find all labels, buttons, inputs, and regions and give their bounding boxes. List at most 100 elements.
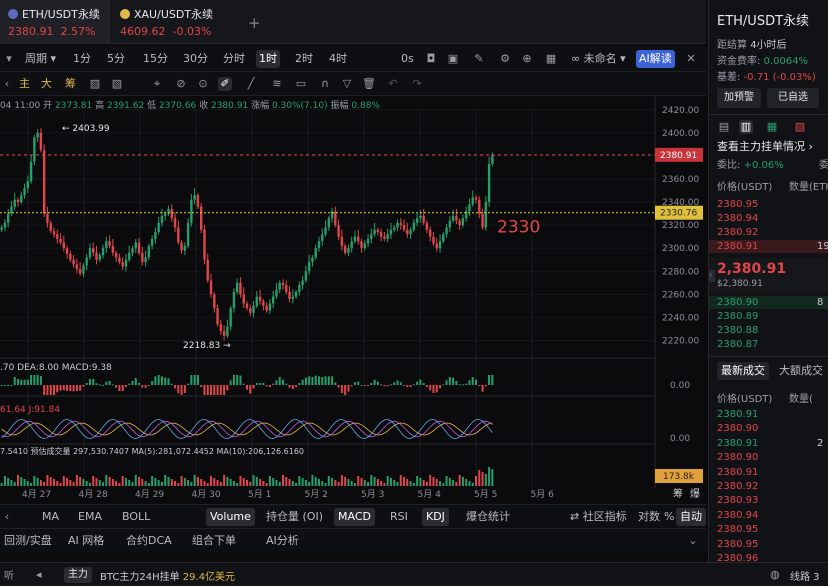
arrow-left-icon[interactable]: ‹ <box>0 510 14 524</box>
trade-row[interactable]: 2380.92 <box>709 480 828 493</box>
book-bid-icon[interactable]: ▥ <box>739 120 753 134</box>
grid-icon[interactable]: ▦ <box>544 52 558 66</box>
tab-large-trades[interactable]: 大额成交 <box>779 362 823 380</box>
add-tab-icon[interactable]: + <box>248 14 261 32</box>
book-depth-icon[interactable]: ▧ <box>793 120 807 134</box>
layout-button[interactable]: ∞ 未命名 ▾ <box>568 50 629 68</box>
indicator-boll[interactable]: BOLL <box>118 508 154 526</box>
interval-5m[interactable]: 5分 <box>104 50 128 68</box>
close-icon[interactable]: ✕ <box>684 52 698 66</box>
seconds-display[interactable]: 0s <box>398 50 417 68</box>
add-alert-button[interactable]: 加预警 <box>717 88 761 108</box>
favorite-button[interactable]: 已自选 <box>767 88 819 108</box>
chevron-down-icon[interactable]: ⌄ <box>686 534 700 548</box>
bid-row[interactable]: 2380.90 8 <box>709 296 828 309</box>
interval-2h[interactable]: 2时 <box>292 50 316 68</box>
indicator-volume[interactable]: Volume <box>206 508 255 526</box>
indicator-ema[interactable]: EMA <box>74 508 106 526</box>
ask-row[interactable]: 2380.91 19 <box>709 240 828 253</box>
book-both-icon[interactable]: ▤ <box>717 120 731 134</box>
main-orders-link[interactable]: 查看主力挂单情况 › <box>717 138 813 154</box>
community-indicator-button[interactable]: ⇄ 社区指标 <box>566 508 631 526</box>
tool-b-icon[interactable]: ▧ <box>110 77 124 91</box>
undo-icon[interactable]: ↶ <box>386 77 400 91</box>
period-button[interactable]: 周期 ▾ <box>22 50 59 68</box>
trade-row[interactable]: 2380.93 <box>709 494 828 507</box>
book-ask-icon[interactable]: ▦ <box>765 120 779 134</box>
ruler-icon[interactable]: ⊘ <box>174 77 188 91</box>
macd-bar <box>52 385 55 395</box>
arrow-left-icon[interactable]: ‹ <box>0 77 14 91</box>
tool-main[interactable]: 主 <box>16 75 33 93</box>
cursor-icon[interactable]: ⌖ <box>150 77 164 91</box>
network-line[interactable]: 线路 3 <box>790 568 820 583</box>
edit-icon[interactable]: ✎ <box>472 52 486 66</box>
interval-4h[interactable]: 4时 <box>326 50 350 68</box>
volume-bar <box>88 483 91 486</box>
indicator-rsi[interactable]: RSI <box>386 508 412 526</box>
ai-interpret-button[interactable]: AI解读 <box>636 50 675 68</box>
bid-row[interactable]: 2380.88 <box>709 324 828 337</box>
bid-row[interactable]: 2380.87 <box>709 338 828 351</box>
trade-row[interactable]: 2380.90 <box>709 422 828 435</box>
redo-icon[interactable]: ↷ <box>410 77 424 91</box>
candle-body <box>245 303 249 309</box>
volume-bar <box>429 475 432 486</box>
tool-combo-order[interactable]: 组合下单 <box>188 532 240 550</box>
magnet-icon[interactable]: ∩ <box>318 77 332 91</box>
image-icon[interactable]: ▣ <box>446 52 460 66</box>
tab-xau[interactable]: XAU/USDT永续 4609.62 -0.03% <box>112 0 242 44</box>
indicator-macd[interactable]: MACD <box>334 508 375 526</box>
line-icon[interactable]: ╱ <box>244 77 258 91</box>
interval-1m[interactable]: 1分 <box>70 50 94 68</box>
tool-ai-grid[interactable]: AI 网格 <box>64 532 108 550</box>
trade-row[interactable]: 2380.91 2 <box>709 437 828 450</box>
settings-icon[interactable]: ⚙ <box>498 52 512 66</box>
candle-body <box>402 225 406 230</box>
ask-row[interactable]: 2380.94 <box>709 212 828 225</box>
trade-row[interactable]: 2380.91 <box>709 408 828 421</box>
pen-icon[interactable]: ✐ <box>218 77 232 91</box>
dropdown-icon[interactable]: ▾ <box>2 52 16 66</box>
tool-backtest[interactable]: 回测/实盘 <box>0 532 56 550</box>
channel-icon[interactable]: ≋ <box>270 77 284 91</box>
filter-icon[interactable]: ▽ <box>340 77 354 91</box>
price-chart[interactable]: 04 11:00 开 2373.81 高 2391.62 低 2370.66 收… <box>0 96 706 504</box>
camera-icon[interactable]: ◘ <box>424 52 438 66</box>
bid-row[interactable]: 2380.89 <box>709 310 828 323</box>
trade-row[interactable]: 2380.96 <box>709 552 828 562</box>
tab-eth[interactable]: ETH/USDT永续 2380.91 2.57% <box>0 0 110 44</box>
volume-bar <box>236 483 239 486</box>
ask-row[interactable]: 2380.92 <box>709 226 828 239</box>
trade-row[interactable]: 2380.90 <box>709 451 828 464</box>
trade-row[interactable]: 2380.95 <box>709 523 828 536</box>
tool-dca[interactable]: 合约DCA <box>122 532 176 550</box>
broadcast-icon[interactable]: ◍ <box>770 568 780 581</box>
interval-1h[interactable]: 1时 <box>256 50 280 68</box>
zoom-icon[interactable]: ⊙ <box>196 77 210 91</box>
trash-icon[interactable]: 🗑 <box>362 77 376 91</box>
tool-a-icon[interactable]: ▨ <box>88 77 102 91</box>
interval-15m[interactable]: 15分 <box>140 50 171 68</box>
interval-timeshare[interactable]: 分时 <box>220 50 248 68</box>
trade-row[interactable]: 2380.95 <box>709 538 828 551</box>
tab-latest-trades[interactable]: 最新成交 <box>717 362 769 380</box>
indicator-ma[interactable]: MA <box>38 508 63 526</box>
indicator-kdj[interactable]: KDJ <box>422 508 449 526</box>
macd-bar <box>350 385 353 387</box>
volume-bar <box>105 475 108 486</box>
trade-row[interactable]: 2380.94 <box>709 509 828 522</box>
ask-row[interactable]: 2380.95 <box>709 198 828 211</box>
rect-icon[interactable]: ▭ <box>294 77 308 91</box>
indicator-liquidation[interactable]: 爆仓统计 <box>462 508 514 526</box>
tool-big[interactable]: 大 <box>38 75 55 93</box>
indicator-oi[interactable]: 持仓量 (OI) <box>262 508 327 526</box>
macd-bar <box>432 385 435 393</box>
collapse-handle[interactable]: ‹ <box>709 270 715 282</box>
tool-ai-analysis[interactable]: AI分析 <box>262 532 303 550</box>
interval-30m[interactable]: 30分 <box>180 50 211 68</box>
trade-row[interactable]: 2380.91 <box>709 466 828 479</box>
tool-chips[interactable]: 筹 <box>62 75 79 93</box>
crosshair-icon[interactable]: ⊕ <box>520 52 534 66</box>
auto-scale-button[interactable]: 自动 <box>676 508 706 526</box>
